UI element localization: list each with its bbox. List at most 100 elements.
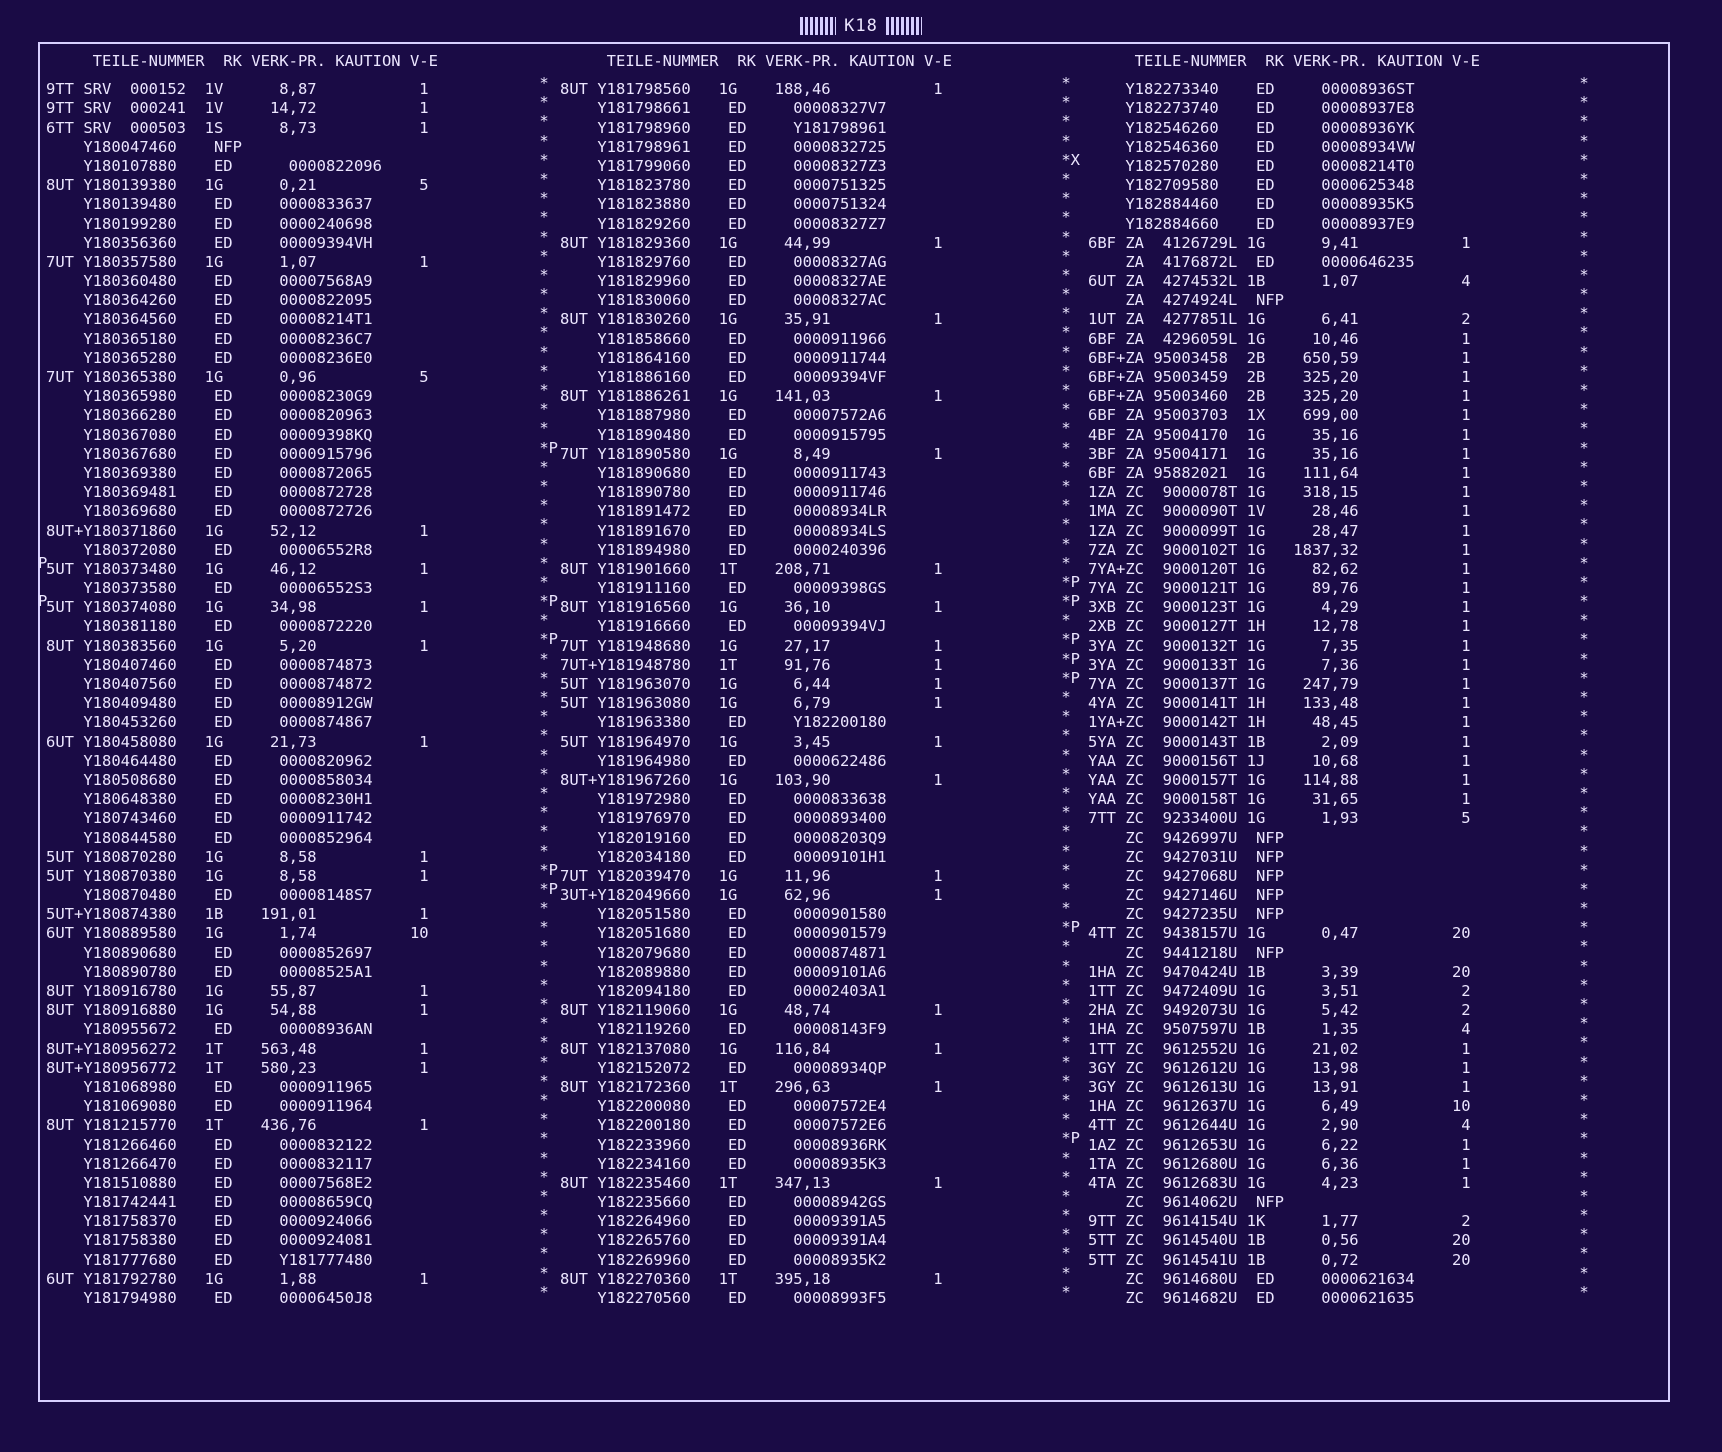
- row-container: 8UT Y181798560 1G 188,46 1 Y181798661 ED…: [560, 80, 952, 1308]
- separator-mark: *: [1052, 1282, 1071, 1301]
- table-row: 1YA+ZC 9000142T 1H 48,45 1: [1088, 713, 1471, 732]
- separator-mark: *: [1570, 649, 1589, 668]
- separator-mark: *: [1570, 611, 1589, 630]
- table-row: 1ZA ZC 9000078T 1G 318,15 1: [1088, 483, 1471, 502]
- table-row: Y181266460 ED 0000832122: [46, 1135, 373, 1154]
- table-row: 7YA+ZC 9000120T 1G 82,62 1: [1088, 559, 1471, 578]
- margin-spacer: [38, 170, 47, 189]
- separator-mark: *: [1052, 342, 1071, 361]
- separator-mark: *: [530, 1052, 549, 1071]
- margin-spacer: [38, 208, 47, 227]
- table-row: 6TT SRV 000503 1S 8,73 1: [46, 118, 429, 137]
- separator-mark: *: [1570, 169, 1589, 188]
- table-row: Y180364260 ED 0000822095: [46, 291, 373, 310]
- separator-mark: *: [530, 93, 549, 112]
- separator-mark: *: [530, 169, 549, 188]
- separator-mark: *: [530, 649, 549, 668]
- table-row: Y180373580 ED 00006552S3: [46, 579, 373, 598]
- table-row: Y182546360 ED 00008934VW: [1088, 137, 1415, 156]
- separator-mark: *: [1052, 860, 1071, 879]
- separator-mark: *: [1570, 803, 1589, 822]
- table-row: Y180364560 ED 00008214T1: [46, 310, 373, 329]
- table-row: Y182019160 ED 00008203Q9: [560, 828, 887, 847]
- separator-mark: *: [1570, 361, 1589, 380]
- separator-mark: *: [1052, 1014, 1071, 1033]
- table-row: ZC 9441218U NFP: [1088, 943, 1284, 962]
- separator-mark: *: [1052, 553, 1071, 572]
- separator-mark: *: [530, 956, 549, 975]
- separator-mark: *: [530, 745, 549, 764]
- separator-mark: *P: [530, 860, 558, 879]
- separator-mark: *: [1570, 246, 1589, 265]
- table-row: Y181510880 ED 00007568E2: [46, 1173, 373, 1192]
- separator-mark: *: [1570, 688, 1589, 706]
- separator-mark: *: [1570, 764, 1589, 783]
- table-row: ZC 9426997U NFP: [1088, 828, 1284, 847]
- table-row: 8UT Y180916880 1G 54,88 1: [46, 1001, 429, 1020]
- separator-mark: *: [1052, 438, 1071, 457]
- table-row: Y180372080 ED 00006552R8: [46, 540, 373, 559]
- separator-mark: *: [530, 534, 549, 553]
- table-row: 1UT ZA 4277851L 1G 6,41 2: [1088, 310, 1471, 329]
- table-row: Y181829260 ED 00008327Z7: [560, 214, 887, 233]
- table-row: 5UT Y180870380 1G 8,58 1: [46, 866, 429, 885]
- table-row: ZC 9614680U ED 0000621634: [1088, 1269, 1415, 1288]
- table-row: Y181758380 ED 0000924081: [46, 1231, 373, 1250]
- separator-mark: *: [1052, 189, 1071, 208]
- separator-mark: *: [1570, 1071, 1589, 1090]
- separator-mark: *: [530, 918, 549, 937]
- table-row: 8UT Y181798560 1G 188,46 1: [560, 80, 943, 99]
- separator-mark: *: [530, 1148, 549, 1167]
- separator-mark: *: [530, 1129, 549, 1148]
- table-row: 6BF+ZA 95003460 2B 325,20 1: [1088, 387, 1471, 406]
- separator-mark: *: [530, 457, 549, 476]
- separator-mark: *: [1570, 1148, 1589, 1167]
- table-row: 8UT+Y181967260 1G 103,90 1: [560, 770, 943, 789]
- separator-mark: *: [530, 496, 549, 515]
- table-row: 5YA ZC 9000143T 1B 2,09 1: [1088, 732, 1471, 751]
- left-margin-marks: PP: [38, 74, 47, 611]
- table-row: 3GY ZC 9612613U 1G 13,91 1: [1088, 1077, 1471, 1096]
- separator-mark: *: [1570, 304, 1589, 323]
- margin-spacer: [38, 266, 47, 285]
- separator-mark: *: [1052, 937, 1071, 956]
- separator-mark: *: [1052, 246, 1071, 265]
- table-row: 3BF ZA 95004171 1G 35,16 1: [1088, 444, 1471, 463]
- table-row: 2HA ZC 9492073U 1G 5,42 2: [1088, 1001, 1471, 1020]
- table-row: ZA 4274924L NFP: [1088, 291, 1284, 310]
- margin-spacer: [38, 189, 47, 208]
- header-mark-left: [800, 17, 837, 35]
- table-row: Y182200180 ED 00007572E6: [560, 1116, 887, 1135]
- table-row: 4TT ZC 9612644U 1G 2,90 4: [1088, 1116, 1471, 1135]
- separator-mark: *P: [1052, 668, 1080, 687]
- separator-mark: *: [1052, 1186, 1071, 1205]
- separator-mark: *: [1570, 745, 1589, 764]
- separator-mark: *: [530, 783, 549, 802]
- table-row: Y180365980 ED 00008230G9: [46, 387, 373, 406]
- separator-mark: *: [1570, 995, 1589, 1013]
- table-row: 5UT Y180373480 1G 46,12 1: [46, 559, 429, 578]
- margin-spacer: [38, 477, 47, 496]
- separator-mark: *: [530, 265, 549, 284]
- table-row: 8UT Y181886261 1G 141,03 1: [560, 387, 943, 406]
- table-row: Y181963380 ED Y182200180: [560, 713, 887, 732]
- table-row: Y182200080 ED 00007572E4: [560, 1097, 887, 1116]
- separator-mark: *P: [530, 438, 558, 457]
- table-row: Y180365280 ED 00008236E0: [46, 348, 373, 367]
- table-row: 7UT Y180365380 1G 0,96 5: [46, 368, 429, 386]
- margin-spacer: [38, 304, 47, 323]
- table-row: Y182079680 ED 0000874871: [560, 943, 887, 962]
- table-row: Y180464480 ED 0000820962: [46, 751, 373, 770]
- table-row: Y182270560 ED 00008993F5: [560, 1289, 887, 1307]
- separator-mark: *: [1570, 227, 1589, 246]
- table-row: YAA ZC 9000156T 1J 10,68 1: [1088, 751, 1471, 770]
- table-row: 5UT+Y180874380 1B 191,01 1: [46, 905, 429, 924]
- separator-mark: *: [1052, 956, 1071, 975]
- separator-mark: *: [1570, 323, 1589, 342]
- table-row: 8UT+Y180956772 1T 580,23 1: [46, 1058, 429, 1077]
- separator-mark: *: [1052, 1263, 1071, 1282]
- table-row: Y181890480 ED 0000915795: [560, 425, 887, 444]
- separator-mark: *: [1570, 1052, 1589, 1071]
- table-row: 4TA ZC 9612683U 1G 4,23 1: [1088, 1173, 1471, 1192]
- table-row: 5UT Y180870280 1G 8,58 1: [46, 847, 429, 866]
